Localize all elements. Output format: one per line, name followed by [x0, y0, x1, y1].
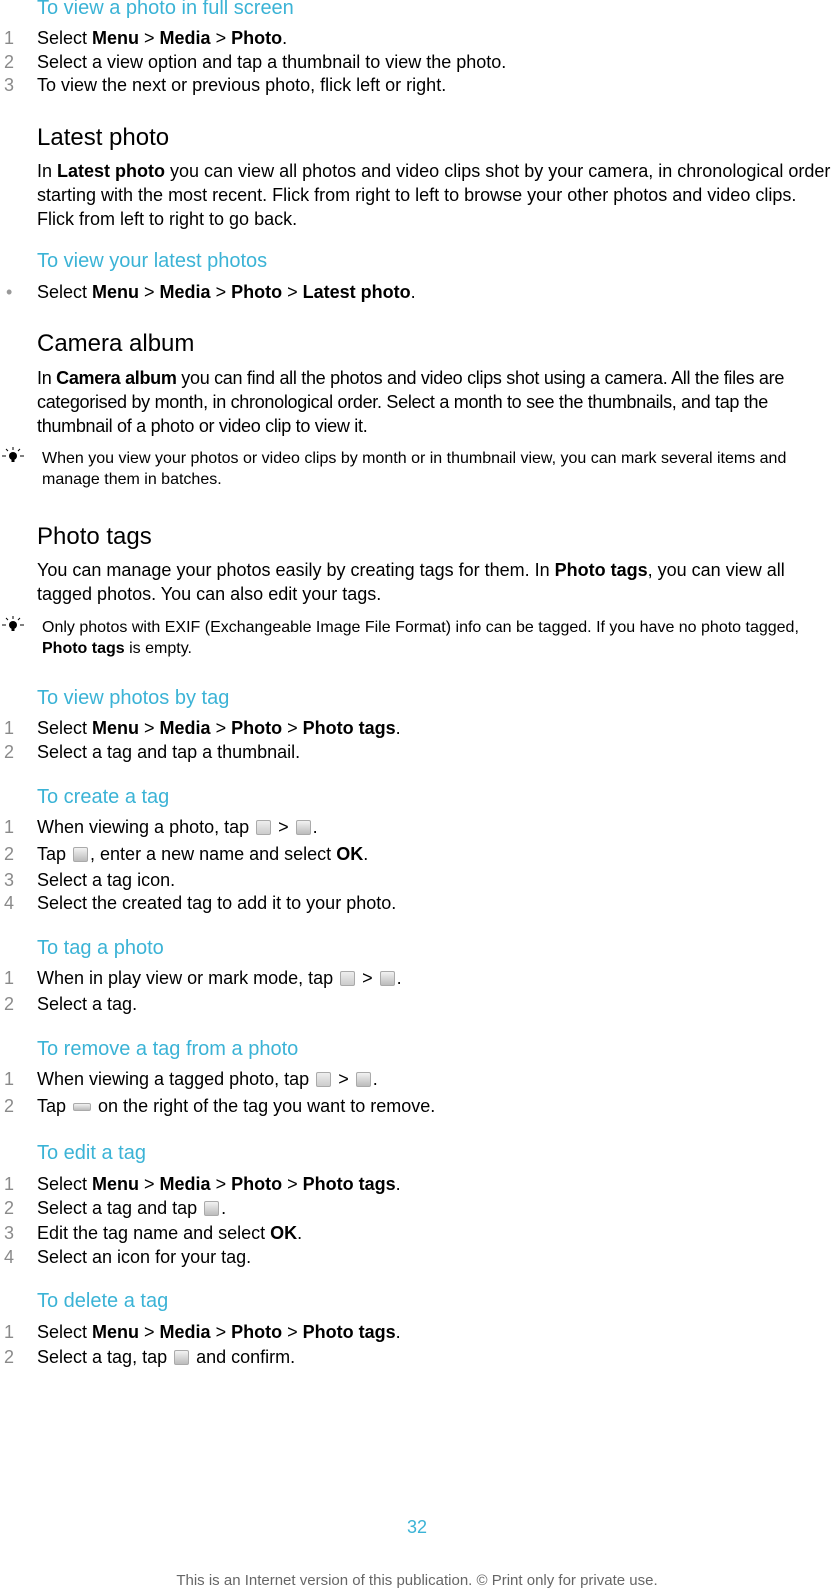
heading-tag-photo: To tag a photo [37, 937, 164, 959]
section-title-camera-album: Camera album [37, 330, 195, 357]
tip-note-batches: When you view your photos or video clips… [42, 450, 787, 488]
paragraph-photo-tags: You can manage your photos easily by cre… [37, 560, 785, 604]
heading-edit-tag: To edit a tag [37, 1142, 146, 1164]
tag-icon [379, 971, 395, 986]
heading-view-full-screen: To view a photo in full screen [37, 0, 294, 19]
tip-lightbulb-icon [2, 616, 24, 631]
tip-lightbulb-icon [2, 447, 24, 462]
paragraph-latest-photo: In Latest photo you can view all photos … [37, 161, 831, 229]
menu-icon [340, 971, 356, 986]
heading-create-tag: To create a tag [37, 786, 170, 808]
heading-view-latest: To view your latest photos [37, 250, 268, 272]
page-number: 32 [406, 1517, 428, 1537]
heading-view-by-tag: To view photos by tag [37, 687, 230, 709]
tag-icon [355, 1072, 371, 1087]
footer-notice: This is an Internet version of this publ… [176, 1572, 658, 1589]
heading-delete-tag: To delete a tag [37, 1290, 169, 1312]
menu-icon [256, 820, 272, 835]
section-title-latest-photo: Latest photo [37, 124, 170, 151]
tag-icon [295, 820, 311, 835]
new-tag-icon [73, 847, 89, 862]
remove-icon [73, 1103, 92, 1111]
paragraph-camera-album: In Camera album you can find all the pho… [37, 368, 785, 436]
delete-tag-icon [174, 1350, 190, 1365]
section-title-photo-tags: Photo tags [37, 523, 152, 550]
menu-icon [316, 1072, 332, 1087]
heading-remove-tag: To remove a tag from a photo [37, 1038, 299, 1060]
edit-tag-icon [204, 1201, 220, 1216]
tip-note-exif: Only photos with EXIF (Exchangeable Imag… [42, 619, 799, 657]
